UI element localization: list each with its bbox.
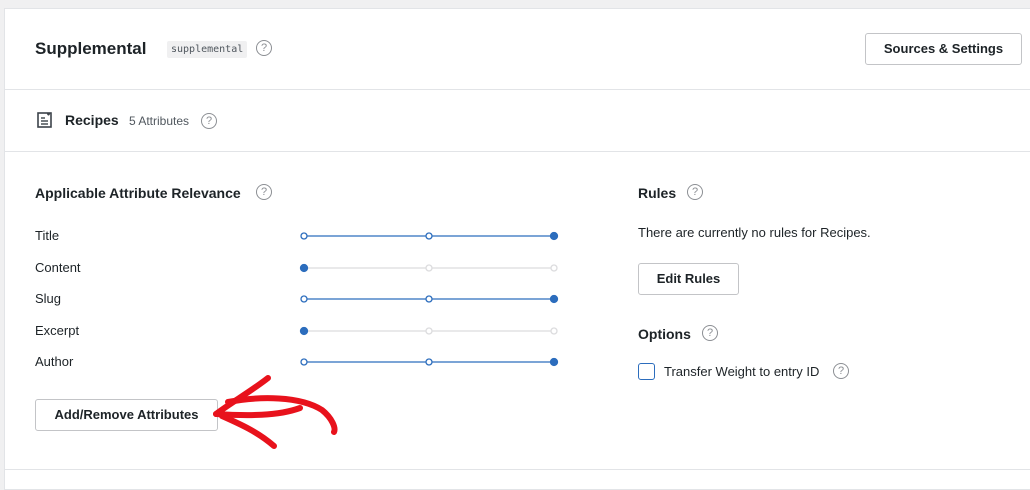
red-arrow-annotation	[213, 375, 338, 449]
